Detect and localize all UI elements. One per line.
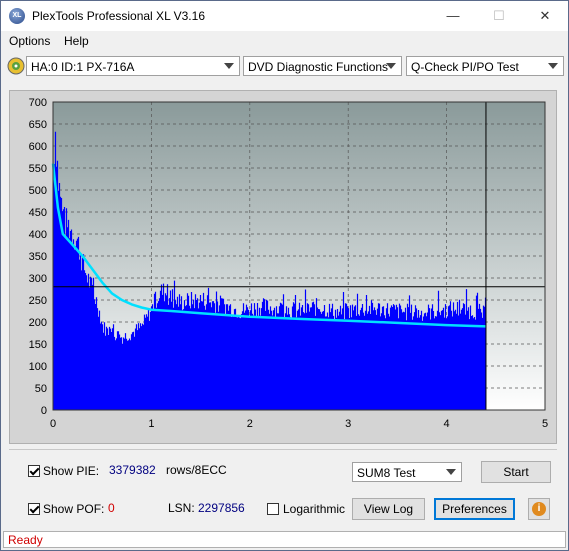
y-tick-label: 0	[41, 405, 47, 417]
status-bar: Ready	[3, 531, 566, 548]
logarithmic-checkbox[interactable]	[267, 503, 279, 515]
menu-help-label: Help	[64, 34, 89, 48]
status-text: Ready	[8, 533, 43, 547]
lsn-label: LSN:	[168, 501, 195, 515]
preferences-button-label: Preferences	[442, 502, 507, 516]
y-tick-label: 300	[29, 273, 47, 285]
x-tick-label: 5	[542, 418, 548, 430]
app-logo-icon: XL	[9, 8, 25, 24]
info-button[interactable]: i	[528, 498, 550, 520]
x-tick-label: 4	[444, 418, 450, 430]
function-select-value: DVD Diagnostic Functions	[248, 60, 389, 74]
y-tick-label: 400	[29, 229, 47, 241]
show-pof-checkbox[interactable]	[28, 503, 40, 515]
y-tick-label: 150	[29, 339, 47, 351]
y-tick-label: 350	[29, 251, 47, 263]
preferences-button[interactable]: Preferences	[434, 498, 515, 520]
y-tick-label: 200	[29, 317, 47, 329]
x-tick-label: 1	[148, 418, 154, 430]
drive-disc-icon	[7, 57, 25, 75]
sum-test-value: SUM8 Test	[357, 466, 416, 480]
lsn-value: 2297856	[198, 501, 245, 515]
chevron-down-icon	[548, 63, 558, 69]
drive-select[interactable]: HA:0 ID:1 PX-716A	[26, 56, 240, 76]
show-pof-label: Show POF:	[43, 502, 105, 516]
maximize-button[interactable]: ☐	[476, 1, 522, 31]
chart-panel: 0 50 100 150 200 250 300 350 400 450 500 550 600 650 7…	[9, 90, 557, 444]
close-button[interactable]: ✕	[522, 1, 568, 31]
start-button[interactable]: Start	[481, 461, 551, 483]
x-tick-label: 0	[50, 418, 56, 430]
start-button-label: Start	[503, 465, 529, 479]
chevron-down-icon	[446, 469, 456, 475]
pie-unit-label: rows/8ECC	[166, 463, 227, 477]
title-bar: XL PlexTools Professional XL V3.16 — ☐ ✕	[1, 1, 568, 31]
main-window: XL PlexTools Professional XL V3.16 — ☐ ✕…	[0, 0, 569, 551]
test-select-value: Q-Check PI/PO Test	[411, 60, 519, 74]
menu-options-label: Options	[9, 34, 51, 48]
y-tick-label: 650	[29, 119, 47, 131]
menu-help[interactable]: Help	[64, 34, 89, 48]
y-tick-label: 250	[29, 295, 47, 307]
pie-count-value: 3379382	[109, 463, 156, 477]
menu-options[interactable]: Options	[9, 34, 50, 48]
y-tick-label: 700	[29, 97, 47, 109]
y-tick-label: 600	[29, 141, 47, 153]
window-title: PlexTools Professional XL V3.16	[32, 9, 205, 23]
info-icon: i	[532, 502, 546, 516]
show-pie-checkbox[interactable]	[28, 465, 40, 477]
y-tick-label: 550	[29, 163, 47, 175]
test-select[interactable]: Q-Check PI/PO Test	[406, 56, 564, 76]
menu-bar: Options Help	[1, 31, 568, 52]
y-tick-label: 500	[29, 185, 47, 197]
view-log-button[interactable]: View Log	[352, 498, 425, 520]
x-tick-label: 2	[247, 418, 253, 430]
x-tick-label: 3	[345, 418, 351, 430]
function-select[interactable]: DVD Diagnostic Functions	[243, 56, 402, 76]
drive-select-value: HA:0 ID:1 PX-716A	[31, 60, 135, 74]
logarithmic-label: Logarithmic	[283, 502, 346, 516]
y-tick-label: 450	[29, 207, 47, 219]
pie-chart-plot: 0501001502002503003504004505005506006507…	[29, 97, 548, 430]
y-tick-label: 100	[29, 361, 47, 373]
y-tick-label: 50	[35, 383, 47, 395]
sum-test-select[interactable]: SUM8 Test	[352, 462, 462, 482]
show-pie-label: Show PIE:	[43, 464, 100, 478]
chevron-down-icon	[386, 63, 396, 69]
view-log-button-label: View Log	[363, 502, 414, 516]
chevron-down-icon	[224, 63, 234, 69]
pof-count-value: 0	[108, 501, 115, 515]
minimize-button[interactable]: —	[430, 1, 476, 31]
